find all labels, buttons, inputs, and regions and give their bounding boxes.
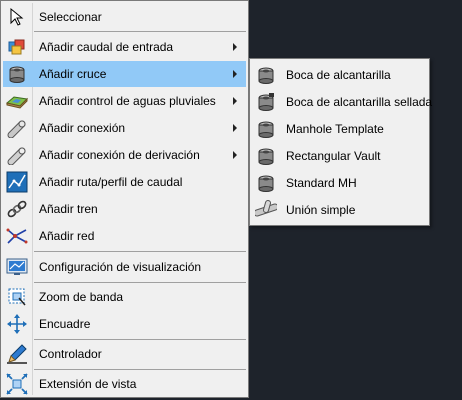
menu-item-label: Añadir red xyxy=(39,229,95,243)
submenu-arrow-icon xyxy=(233,70,237,78)
menu-item-display-settings[interactable]: Configuración de visualización xyxy=(3,254,246,280)
menu-item-label: Añadir conexión de derivación xyxy=(39,148,200,162)
chain-icon xyxy=(3,196,31,222)
submenu-item-manhole-template[interactable]: Manhole Template xyxy=(252,116,427,142)
manhole-template-icon xyxy=(252,116,280,142)
menu-item-zoom-extents[interactable]: Extensión de vista xyxy=(3,371,246,397)
cursor-arrow-icon xyxy=(3,4,31,30)
manhole-icon xyxy=(252,62,280,88)
menu-item-label: Extensión de vista xyxy=(39,377,137,391)
menu-item-add-inflow[interactable]: Añadir caudal de entrada xyxy=(3,34,246,60)
menu-item-add-flow-path[interactable]: Añadir ruta/perfil de caudal xyxy=(3,169,246,195)
submenu-item-simple-union[interactable]: Unión simple xyxy=(252,197,427,223)
submenu-item-label: Boca de alcantarilla xyxy=(286,68,391,82)
submenu-item-standard-mh[interactable]: Standard MH xyxy=(252,170,427,196)
submenu-item-sealed-manhole[interactable]: Boca de alcantarilla sellada xyxy=(252,89,432,115)
menu-item-add-train[interactable]: Añadir tren xyxy=(3,196,246,222)
submenu-arrow-icon xyxy=(233,124,237,132)
menu-item-add-junction[interactable]: Añadir cruce xyxy=(3,61,246,87)
menu-item-add-stormwater-control[interactable]: Añadir control de aguas pluviales xyxy=(3,88,246,114)
submenu-arrow-icon xyxy=(233,43,237,51)
submenu-item-label: Manhole Template xyxy=(286,122,384,136)
menu-separator xyxy=(34,282,246,283)
submenu-item-rectangular-vault[interactable]: Rectangular Vault xyxy=(252,143,427,169)
menu-item-label: Zoom de banda xyxy=(39,290,124,304)
submenu-item-label: Boca de alcantarilla sellada xyxy=(286,95,433,109)
menu-separator xyxy=(34,339,246,340)
sealed-manhole-icon xyxy=(252,89,280,115)
zoom-window-icon xyxy=(3,284,31,310)
menu-item-add-link[interactable]: Añadir conexión xyxy=(3,115,246,141)
menu-item-label: Añadir conexión xyxy=(39,121,126,135)
menu-item-label: Añadir ruta/perfil de caudal xyxy=(39,175,183,189)
menu-item-add-network[interactable]: Añadir red xyxy=(3,223,246,249)
diversion-pipe-icon xyxy=(3,142,31,168)
zoom-extents-icon xyxy=(3,371,31,397)
menu-item-label: Añadir tren xyxy=(39,202,98,216)
menu-item-label: Encuadre xyxy=(39,317,91,331)
menu-item-label: Controlador xyxy=(39,347,102,361)
menu-item-label: Seleccionar xyxy=(39,10,102,24)
submenu-item-manhole[interactable]: Boca de alcantarilla xyxy=(252,62,427,88)
menu-separator xyxy=(34,31,246,32)
pipe-icon xyxy=(3,115,31,141)
junction-submenu: Boca de alcantarilla Boca de alcantarill… xyxy=(249,58,432,226)
network-icon xyxy=(3,223,31,249)
controller-pen-icon xyxy=(3,341,31,367)
menu-item-pan[interactable]: Encuadre xyxy=(3,311,246,337)
standard-manhole-icon xyxy=(252,170,280,196)
stormwater-pond-icon xyxy=(3,88,31,114)
context-menu: Seleccionar Añadir caudal de entrada Aña… xyxy=(0,0,249,398)
menu-item-label: Añadir control de aguas pluviales xyxy=(39,94,216,108)
menu-item-add-diversion-link[interactable]: Añadir conexión de derivación xyxy=(3,142,246,168)
submenu-item-label: Rectangular Vault xyxy=(286,149,381,163)
pan-icon xyxy=(3,311,31,337)
inflow-icon xyxy=(3,34,31,60)
display-settings-icon xyxy=(3,254,31,280)
menu-item-rubber-band-zoom[interactable]: Zoom de banda xyxy=(3,284,246,310)
manhole-icon xyxy=(3,61,31,87)
submenu-arrow-icon xyxy=(233,97,237,105)
menu-item-label: Configuración de visualización xyxy=(39,260,202,274)
menu-item-label: Añadir caudal de entrada xyxy=(39,40,174,54)
rectangular-vault-icon xyxy=(252,143,280,169)
submenu-item-label: Unión simple xyxy=(286,203,356,217)
flow-path-icon xyxy=(3,169,31,195)
menu-item-label: Añadir cruce xyxy=(39,67,107,81)
menu-item-controller[interactable]: Controlador xyxy=(3,341,246,367)
menu-separator xyxy=(34,251,246,252)
menu-separator xyxy=(34,369,246,370)
menu-item-select[interactable]: Seleccionar xyxy=(3,4,246,30)
submenu-item-label: Standard MH xyxy=(286,176,357,190)
submenu-arrow-icon xyxy=(233,151,237,159)
pipe-tee-icon xyxy=(252,197,280,223)
